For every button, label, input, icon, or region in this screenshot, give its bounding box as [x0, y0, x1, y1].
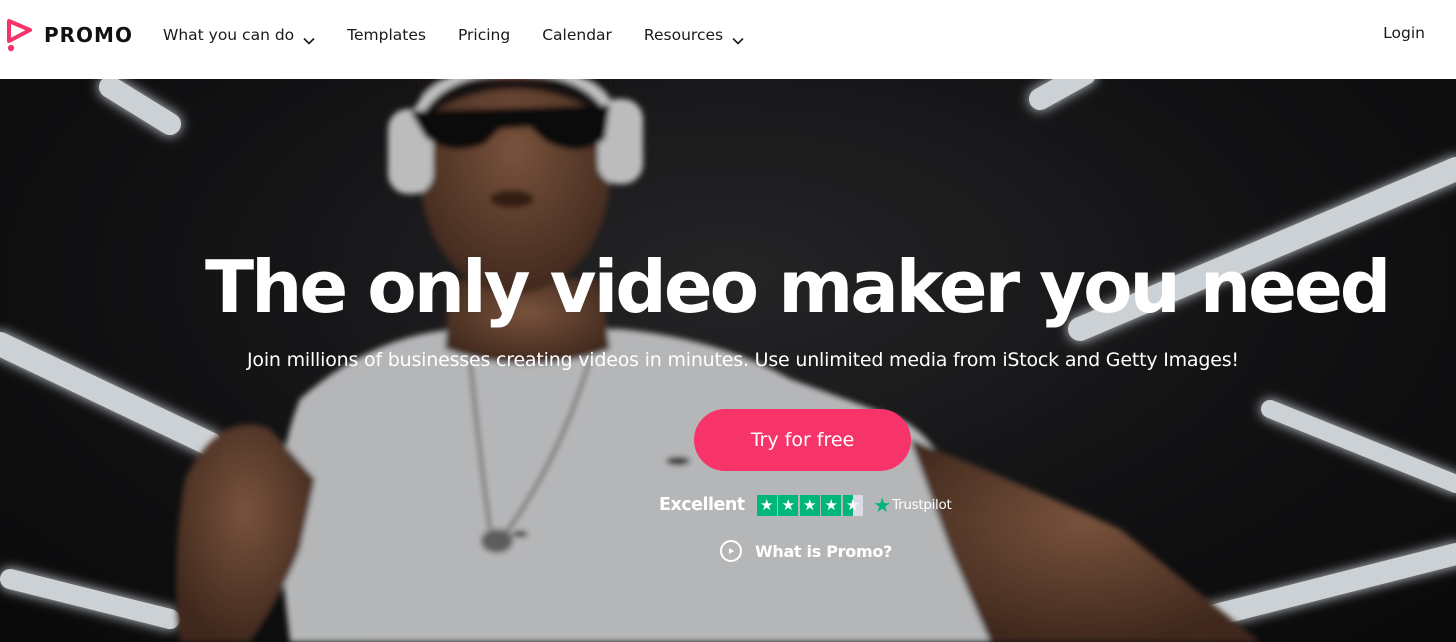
top-navigation: PROMO What you can do Templates Pricing …	[0, 0, 1456, 79]
brand-name: PROMO	[44, 23, 133, 47]
nav-item-label: Resources	[643, 26, 724, 44]
nav-item-label: Templates	[347, 26, 426, 44]
rating-stars: ★ ★ ★ ★ ★	[756, 494, 865, 516]
hero-subtitle: Join millions of businesses creating vid…	[247, 349, 1239, 371]
promo-logo[interactable]: PROMO	[5, 18, 133, 52]
nav-menu: What you can do Templates Pricing Calend…	[163, 0, 776, 70]
what-is-promo-link[interactable]: What is Promo?	[720, 538, 892, 564]
half-star-icon: ★	[842, 494, 863, 516]
star-icon: ★	[821, 494, 842, 516]
hero-title: The only video maker you need	[205, 245, 1391, 329]
nav-item-what-you-can-do[interactable]: What you can do	[163, 26, 315, 45]
star-icon: ★	[756, 494, 777, 516]
trustpilot-name: Trustpilot	[892, 497, 952, 513]
trustpilot-star-icon: ★	[873, 493, 892, 517]
try-for-free-button[interactable]: Try for free	[694, 409, 911, 471]
nav-item-pricing[interactable]: Pricing	[458, 26, 510, 44]
hero-section: The only video maker you need Join milli…	[0, 79, 1456, 642]
chevron-down-icon	[732, 31, 744, 45]
star-icon: ★	[799, 494, 820, 516]
nav-item-label: Pricing	[457, 26, 511, 44]
what-is-promo-label: What is Promo?	[755, 541, 892, 561]
chevron-down-icon	[303, 31, 315, 45]
nav-item-label: What you can do	[163, 26, 295, 44]
trustpilot-logo: ★ Trustpilot	[873, 493, 952, 517]
nav-item-templates[interactable]: Templates	[347, 26, 426, 44]
nav-item-resources[interactable]: Resources	[643, 26, 744, 45]
nav-item-calendar[interactable]: Calendar	[542, 26, 612, 44]
trustpilot-rating[interactable]: Excellent ★ ★ ★ ★ ★ ★ Trustpilot	[659, 493, 952, 517]
nav-item-label: Calendar	[542, 26, 612, 44]
play-circle-icon	[720, 540, 742, 562]
rating-label: Excellent	[659, 495, 745, 515]
login-link[interactable]: Login	[1383, 24, 1425, 42]
promo-play-logo-icon	[5, 18, 35, 52]
star-icon: ★	[778, 494, 799, 516]
